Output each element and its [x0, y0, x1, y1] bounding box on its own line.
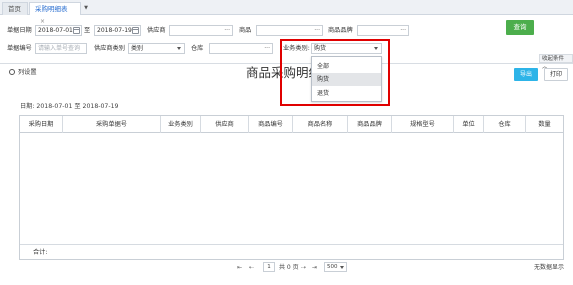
more-icon[interactable]: ··· — [400, 26, 406, 35]
doc-date-label: 单据日期 — [7, 27, 32, 34]
warehouse-label: 仓库 — [191, 45, 204, 52]
product-label: 商品 — [239, 27, 252, 34]
doc-no-label: 单据编号 — [7, 45, 32, 52]
tab-label: 采购明细表 — [35, 5, 68, 13]
column-header[interactable]: 规格型号 — [392, 116, 454, 133]
brand-field[interactable]: ··· — [357, 25, 409, 36]
column-header[interactable]: 商品编号 — [249, 116, 293, 133]
column-header[interactable]: 业务类别 — [161, 116, 201, 133]
first-page-icon[interactable]: ⇤ — [237, 262, 242, 273]
tab-home[interactable]: 首页 — [2, 2, 28, 15]
highlight-box — [280, 39, 390, 106]
date-to-value: 2018-07-19 — [97, 27, 132, 34]
supplier-type-value: 类别 — [131, 45, 144, 52]
supplier-type-label: 供应商类别 — [94, 45, 125, 52]
total-row: 合计: — [20, 244, 563, 259]
column-settings-label: 列设置 — [18, 69, 37, 76]
total-label: 合计: — [33, 249, 48, 256]
column-settings-button[interactable]: 列设置 — [9, 68, 37, 78]
doc-no-input[interactable]: 请输入单号查询 — [35, 43, 87, 54]
tab-label: 首页 — [8, 5, 21, 13]
column-header[interactable]: 数量 — [526, 116, 563, 133]
product-field[interactable]: ··· — [256, 25, 323, 36]
tab-purchase-detail[interactable]: 采购明细表 × — [29, 2, 81, 25]
more-icon[interactable]: ··· — [314, 26, 320, 35]
date-separator: 至 — [84, 27, 91, 34]
more-icon[interactable]: ··· — [264, 44, 270, 53]
page-size-value: 500 — [327, 264, 338, 270]
page-size-select[interactable]: 500 — [324, 262, 347, 272]
tab-bar: 首页 采购明细表 × ▼ — [0, 0, 573, 25]
brand-label: 商品品牌 — [328, 27, 353, 34]
print-button[interactable]: 打印 — [544, 68, 568, 81]
supplier-field[interactable]: ··· — [169, 25, 233, 36]
page-count: 共 0 页 — [279, 264, 299, 271]
chevron-down-icon — [340, 266, 344, 269]
more-icon[interactable]: ··· — [224, 26, 230, 35]
query-button[interactable]: 查询 — [506, 20, 534, 35]
gear-icon — [9, 69, 15, 75]
next-page-icon[interactable]: ⇢ — [301, 262, 306, 273]
column-header[interactable]: 仓库 — [484, 116, 526, 133]
calendar-icon[interactable] — [73, 27, 80, 34]
date-from-value: 2018-07-01 — [38, 27, 73, 34]
report-date-range: 日期: 2018-07-01 至 2018-07-19 — [20, 103, 119, 110]
calendar-icon[interactable] — [132, 27, 139, 34]
data-table: 采购日期 采购单据号 业务类别 供应商 商品编号 商品名称 商品品牌 规格型号 … — [19, 115, 564, 260]
tab-menu-chevron-icon[interactable]: ▼ — [81, 2, 91, 14]
table-header: 采购日期 采购单据号 业务类别 供应商 商品编号 商品名称 商品品牌 规格型号 … — [20, 116, 563, 133]
page-number-input[interactable]: 1 — [263, 262, 275, 272]
column-header[interactable]: 采购单据号 — [63, 116, 161, 133]
chevron-down-icon — [177, 47, 181, 50]
no-data-message: 无数据显示 — [534, 264, 565, 271]
date-from-field[interactable]: 2018-07-01 — [35, 25, 82, 36]
pager: ⇤ ⇠ 1 共 0 页 ⇢ ⇥ 500 — [237, 262, 347, 273]
supplier-type-select[interactable]: 类别 — [128, 43, 185, 54]
export-button[interactable]: 导出 — [514, 68, 538, 81]
column-header[interactable]: 供应商 — [201, 116, 249, 133]
supplier-label: 供应商 — [147, 27, 166, 34]
close-icon[interactable]: × — [40, 18, 45, 25]
column-header[interactable]: 商品名称 — [293, 116, 348, 133]
column-header[interactable]: 单位 — [454, 116, 484, 133]
prev-page-icon[interactable]: ⇠ — [249, 262, 254, 273]
warehouse-field[interactable]: ··· — [209, 43, 273, 54]
collapse-conditions-button[interactable]: 收起条件 ︿ — [539, 54, 573, 70]
column-header[interactable]: 商品品牌 — [348, 116, 392, 133]
column-header[interactable]: 采购日期 — [20, 116, 63, 133]
last-page-icon[interactable]: ⇥ — [312, 262, 317, 273]
date-to-field[interactable]: 2018-07-19 — [94, 25, 141, 36]
